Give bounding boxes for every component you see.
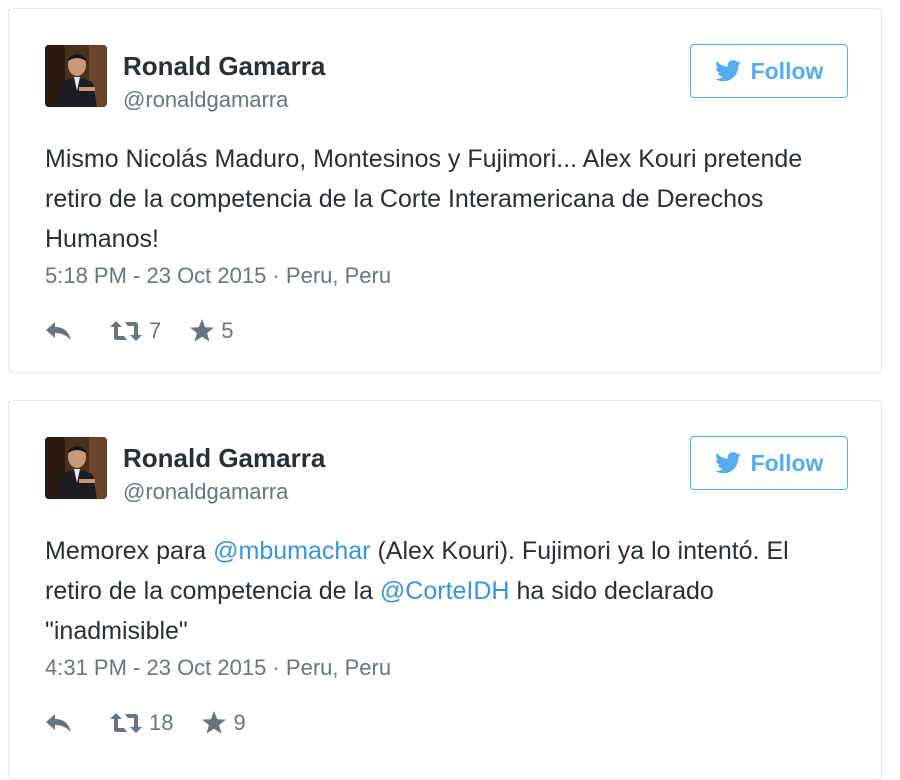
follow-button[interactable]: Follow xyxy=(690,44,848,98)
tweet-timestamp[interactable]: 5:18 PM - 23 Oct 2015 xyxy=(45,263,266,288)
favorite-button[interactable]: 9 xyxy=(201,710,246,736)
tweet-location: Peru, Peru xyxy=(285,655,392,680)
tweet-text: Mismo Nicolás Maduro, Montesinos y Fujim… xyxy=(45,139,845,259)
user-name[interactable]: Ronald Gamarra xyxy=(123,51,325,82)
tweet-meta: 5:18 PM - 23 Oct 2015 · Peru, Peru xyxy=(45,263,391,289)
tweet-timestamp[interactable]: 4:31 PM - 23 Oct 2015 xyxy=(45,655,266,680)
meta-separator: · xyxy=(272,263,280,288)
favorite-button[interactable]: 5 xyxy=(189,318,234,344)
tweet-text: Memorex para @mbumachar (Alex Kouri). Fu… xyxy=(45,531,845,651)
follow-label: Follow xyxy=(750,57,824,84)
reply-button[interactable] xyxy=(45,712,73,734)
retweet-icon xyxy=(110,321,142,341)
user-name[interactable]: Ronald Gamarra xyxy=(123,443,325,474)
retweet-count: 7 xyxy=(149,318,162,343)
favorite-count: 9 xyxy=(233,710,246,735)
twitter-bird-icon xyxy=(714,60,741,82)
twitter-bird-icon xyxy=(714,452,741,474)
mention-link[interactable]: @mbumachar xyxy=(213,537,370,565)
avatar[interactable] xyxy=(45,437,107,499)
reply-button[interactable] xyxy=(45,320,73,342)
retweet-button[interactable]: 18 xyxy=(109,710,173,736)
tweet-text-segment: Mismo Nicolás Maduro, Montesinos y Fujim… xyxy=(45,145,803,253)
mention-link[interactable]: @CorteIDH xyxy=(380,577,510,605)
meta-separator: · xyxy=(272,655,280,680)
tweet-text-segment: Memorex para xyxy=(45,537,214,565)
tweet-actions: 7 5 xyxy=(45,316,234,346)
tweet-card: Ronald Gamarra @ronaldgamarra Follow Mis… xyxy=(8,8,882,373)
retweet-count: 18 xyxy=(149,710,174,735)
user-handle[interactable]: @ronaldgamarra xyxy=(123,87,288,113)
tweet-location: Peru, Peru xyxy=(285,263,392,288)
star-icon xyxy=(202,711,227,734)
tweet-meta: 4:31 PM - 23 Oct 2015 · Peru, Peru xyxy=(45,655,391,681)
reply-icon xyxy=(46,322,71,340)
follow-label: Follow xyxy=(750,449,824,476)
favorite-count: 5 xyxy=(221,318,234,343)
tweet-actions: 18 9 xyxy=(45,708,246,738)
retweet-button[interactable]: 7 xyxy=(109,318,161,344)
avatar[interactable] xyxy=(45,45,107,107)
user-handle[interactable]: @ronaldgamarra xyxy=(123,479,288,505)
tweet-card: Ronald Gamarra @ronaldgamarra Follow Mem… xyxy=(8,400,882,780)
retweet-icon xyxy=(110,713,142,733)
reply-icon xyxy=(46,714,71,732)
star-icon xyxy=(190,319,215,342)
follow-button[interactable]: Follow xyxy=(690,436,848,490)
